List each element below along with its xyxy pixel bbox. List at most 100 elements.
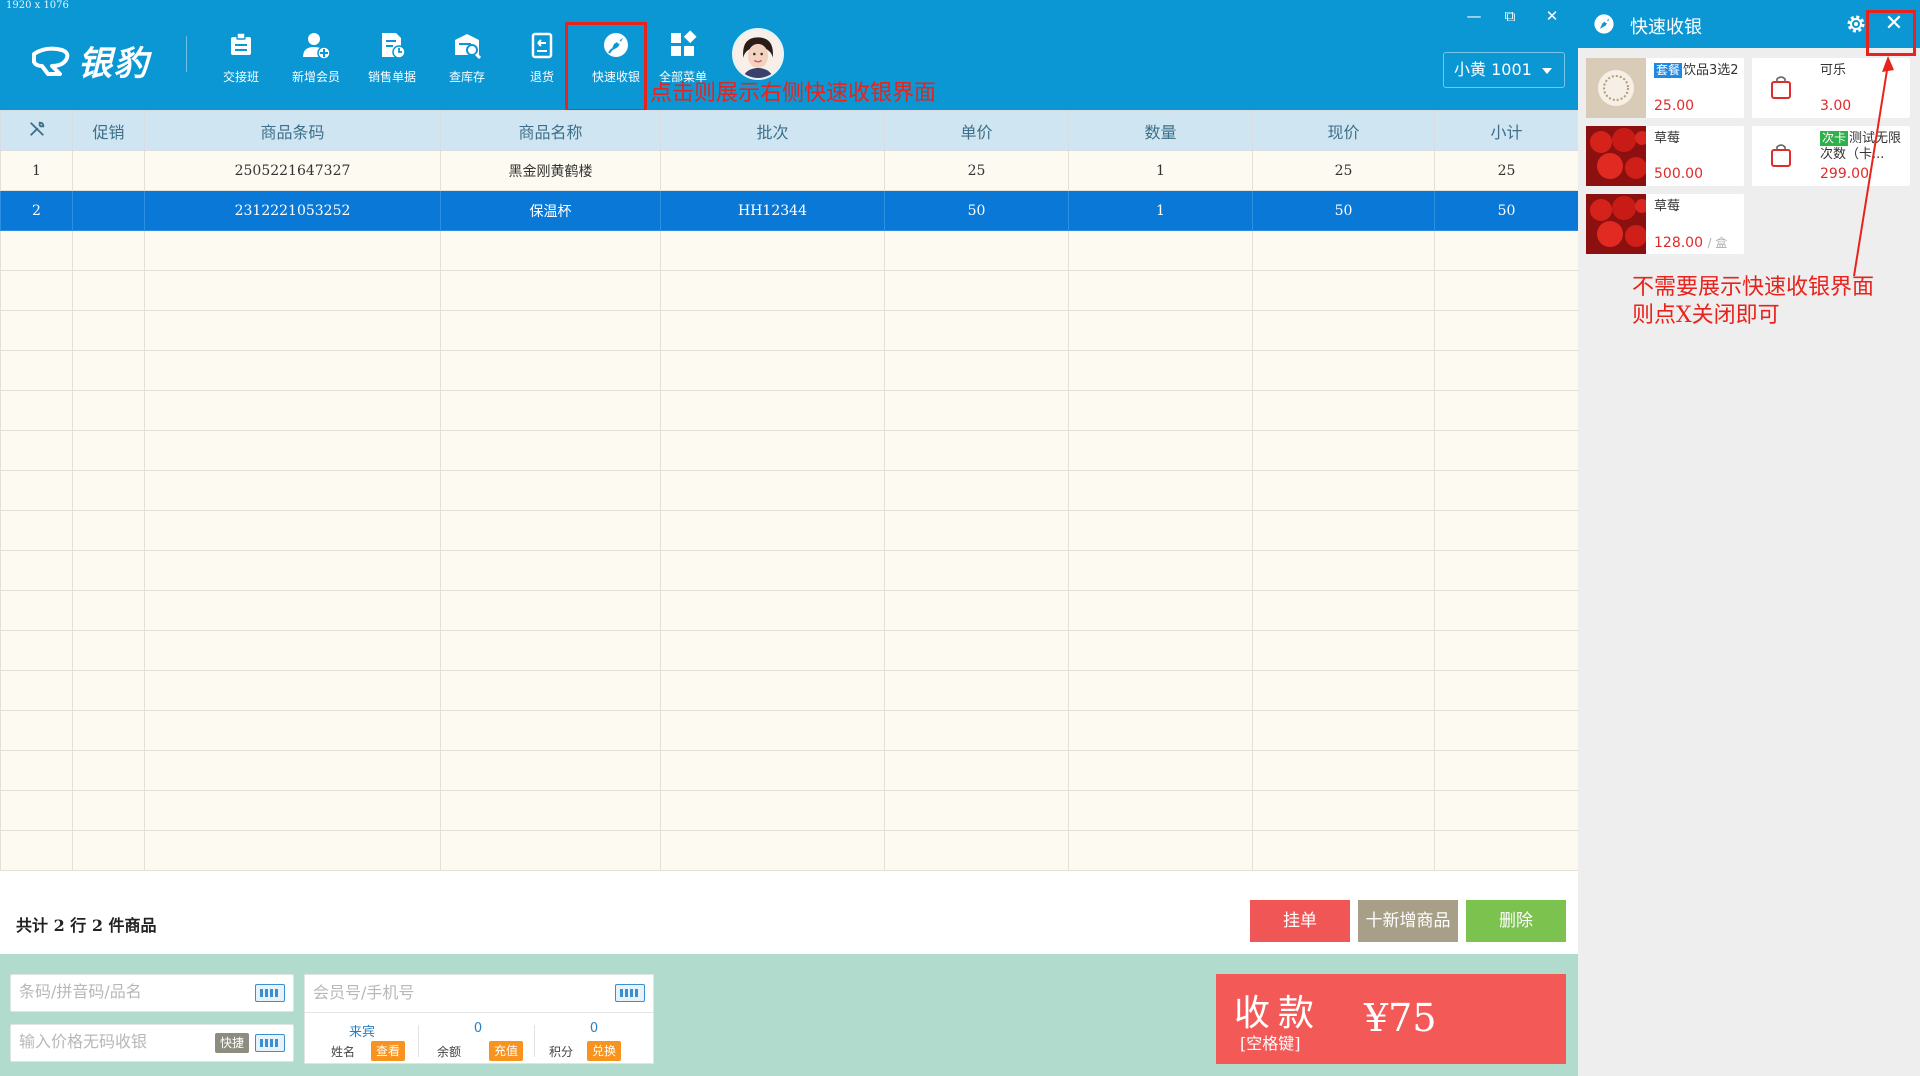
check-inventory-button[interactable]: 查库存 [432, 30, 502, 84]
empty-cell [1434, 830, 1579, 871]
empty-cell [0, 750, 73, 791]
empty-table-row [0, 510, 1579, 551]
hold-order-button[interactable]: 挂单 [1250, 900, 1350, 942]
side-annotation-line2: 则点X关闭即可 [1632, 303, 1780, 328]
barcode-search-input[interactable]: 条码/拼音码/品名 [10, 974, 294, 1012]
price-input-placeholder: 输入价格无码收银 [19, 1032, 148, 1051]
product-card[interactable]: 套餐 饮品3选2 25.00 [1586, 58, 1744, 118]
quick-checkout-highlight-box [565, 22, 647, 112]
empty-cell [144, 270, 441, 311]
current-price-cell: 25 [1252, 150, 1435, 191]
empty-cell [660, 670, 885, 711]
empty-cell [0, 310, 73, 351]
empty-cell [884, 590, 1069, 631]
shopping-bag-icon [1771, 144, 1791, 167]
empty-cell [72, 390, 145, 431]
empty-cell [1068, 230, 1253, 271]
table-row-selected[interactable]: 2 2312221053252 保温杯 HH12344 50 1 50 50 [0, 190, 1579, 231]
all-menus-button[interactable]: 全部菜单 [648, 30, 718, 84]
restore-button[interactable]: ⧉ [1496, 6, 1524, 26]
empty-cell [660, 470, 885, 511]
batch-cell [660, 150, 885, 191]
current-price-cell: 50 [1252, 190, 1435, 231]
keyboard-icon[interactable] [615, 984, 645, 1002]
empty-cell [660, 310, 885, 351]
empty-table-row [0, 270, 1579, 311]
empty-cell [660, 550, 885, 591]
empty-cell [884, 390, 1069, 431]
barcode-cell: 2505221647327 [144, 150, 441, 191]
empty-cell [144, 630, 441, 671]
empty-cell [884, 270, 1069, 311]
empty-cell [1068, 630, 1253, 671]
member-search-input[interactable]: 会员号/手机号 [305, 975, 653, 1013]
empty-table-row [0, 350, 1579, 391]
empty-cell [1252, 510, 1435, 551]
shift-handover-button[interactable]: 交接班 [206, 30, 276, 84]
empty-cell [144, 390, 441, 431]
keyboard-icon[interactable] [255, 984, 285, 1002]
empty-cell [1252, 750, 1435, 791]
empty-cell [1252, 470, 1435, 511]
empty-cell [1434, 630, 1579, 671]
checkout-pay-button[interactable]: 收款 [空格键] ¥75 [1216, 974, 1566, 1064]
empty-cell [884, 470, 1069, 511]
empty-cell [884, 830, 1069, 871]
qty-cell: 1 [1068, 150, 1253, 191]
column-settings-header[interactable] [0, 110, 73, 151]
delete-button[interactable]: 删除 [1466, 900, 1566, 942]
empty-cell [440, 270, 661, 311]
empty-cell [0, 510, 73, 551]
empty-cell [440, 630, 661, 671]
minimize-button[interactable]: — [1460, 6, 1488, 26]
recharge-button[interactable]: 充值 [489, 1041, 524, 1061]
empty-cell [1068, 750, 1253, 791]
empty-cell [144, 550, 441, 591]
sales-receipts-button[interactable]: 销售单据 [357, 30, 427, 84]
qty-cell: 1 [1068, 190, 1253, 231]
empty-cell [144, 710, 441, 751]
empty-cell [0, 830, 73, 871]
product-image [1586, 126, 1646, 186]
empty-cell [660, 710, 885, 751]
cashier-avatar[interactable] [732, 28, 784, 80]
empty-cell [1068, 310, 1253, 351]
batch-cell: HH12344 [660, 190, 885, 231]
empty-cell [440, 830, 661, 871]
close-window-button[interactable]: ✕ [1538, 6, 1566, 26]
add-product-button[interactable]: 十新增商品 [1358, 900, 1458, 942]
empty-cell [440, 710, 661, 751]
table-row[interactable]: 1 2505221647327 黑金刚黄鹤楼 25 1 25 25 [0, 150, 1579, 191]
subtotal-cell: 50 [1434, 190, 1579, 231]
empty-cell [72, 710, 145, 751]
empty-cell [144, 430, 441, 471]
empty-table-row [0, 750, 1579, 791]
empty-cell [1434, 470, 1579, 511]
no-barcode-price-input[interactable]: 输入价格无码收银 快捷 [10, 1024, 294, 1062]
side-annotation-line1: 不需要展示快速收银界面 [1632, 275, 1875, 300]
empty-cell [440, 470, 661, 511]
product-card[interactable]: 草莓 500.00 [1586, 126, 1744, 186]
barcode-placeholder: 条码/拼音码/品名 [19, 982, 142, 1001]
empty-cell [660, 390, 885, 431]
redeem-points-button[interactable]: 兑换 [587, 1041, 622, 1061]
price-cell: 50 [884, 190, 1069, 231]
gear-icon[interactable] [1844, 12, 1868, 36]
combo-tag: 套餐 [1654, 63, 1683, 78]
column-header-name: 商品名称 [440, 110, 661, 151]
empty-cell [440, 550, 661, 591]
operator-dropdown[interactable]: 小黄 1001 [1443, 52, 1565, 88]
keyboard-icon[interactable] [255, 1034, 285, 1052]
empty-cell [1252, 550, 1435, 591]
member-points-label: 积分 [549, 1045, 574, 1059]
view-member-button[interactable]: 查看 [371, 1041, 406, 1061]
quick-key-button[interactable]: 快捷 [214, 1033, 249, 1053]
stat-divider [418, 1025, 419, 1057]
empty-cell [0, 390, 73, 431]
name-cell: 保温杯 [440, 190, 661, 231]
add-member-button[interactable]: 新增会员 [281, 30, 351, 84]
product-card[interactable]: 草莓 128.00 / 盒 [1586, 194, 1744, 254]
empty-cell [884, 790, 1069, 831]
empty-cell [884, 310, 1069, 351]
empty-cell [1434, 310, 1579, 351]
